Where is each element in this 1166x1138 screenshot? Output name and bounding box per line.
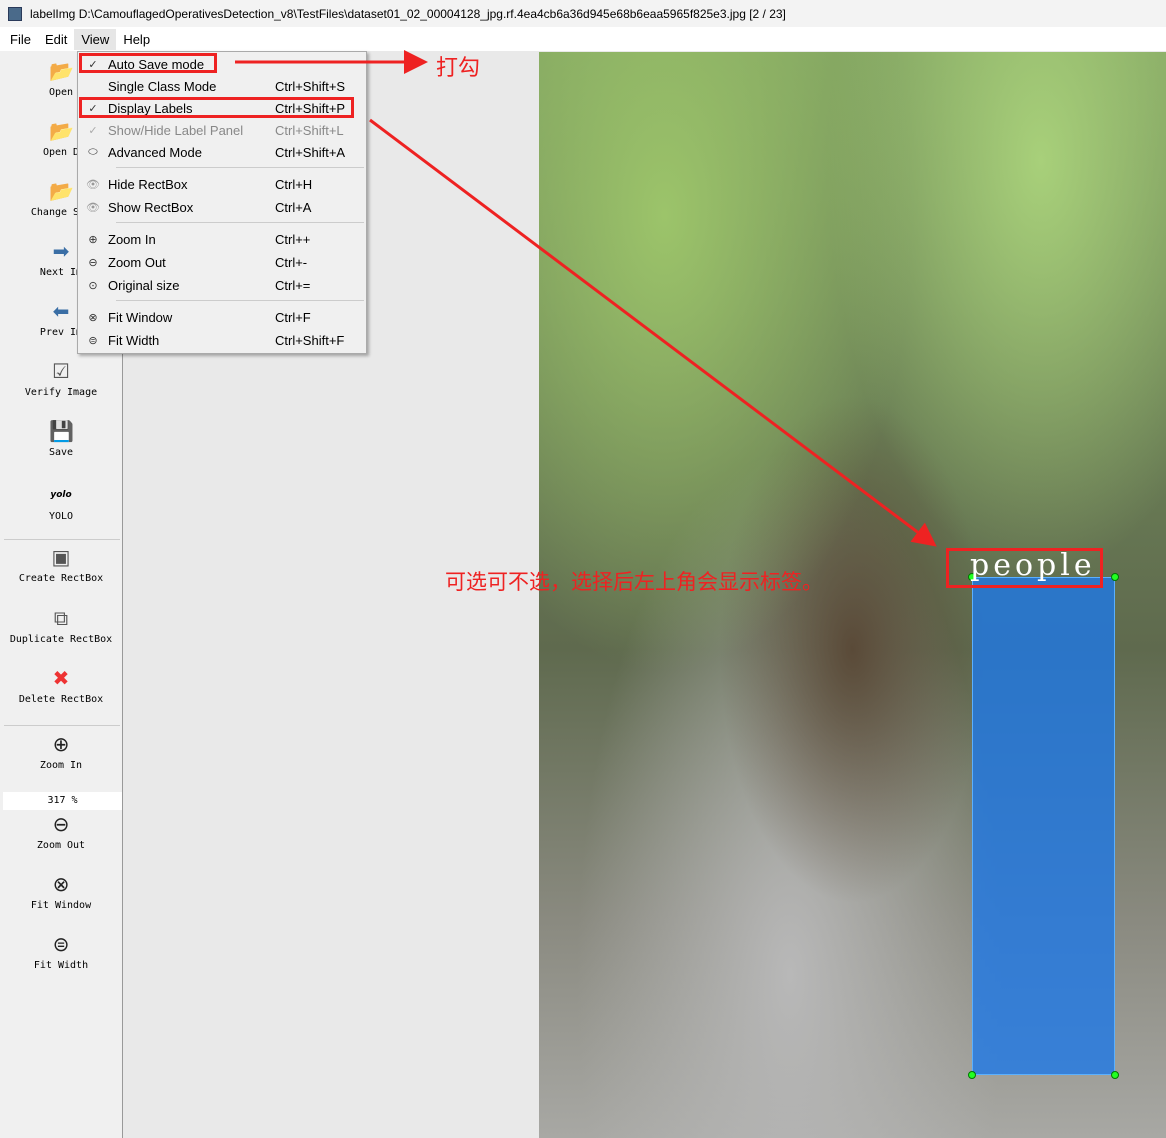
- annotation-check-note: 打勾: [436, 55, 481, 80]
- annotation-description: 可选可不选，选择后左上角会显示标签。: [445, 571, 823, 594]
- arrow-to-label: [369, 118, 937, 547]
